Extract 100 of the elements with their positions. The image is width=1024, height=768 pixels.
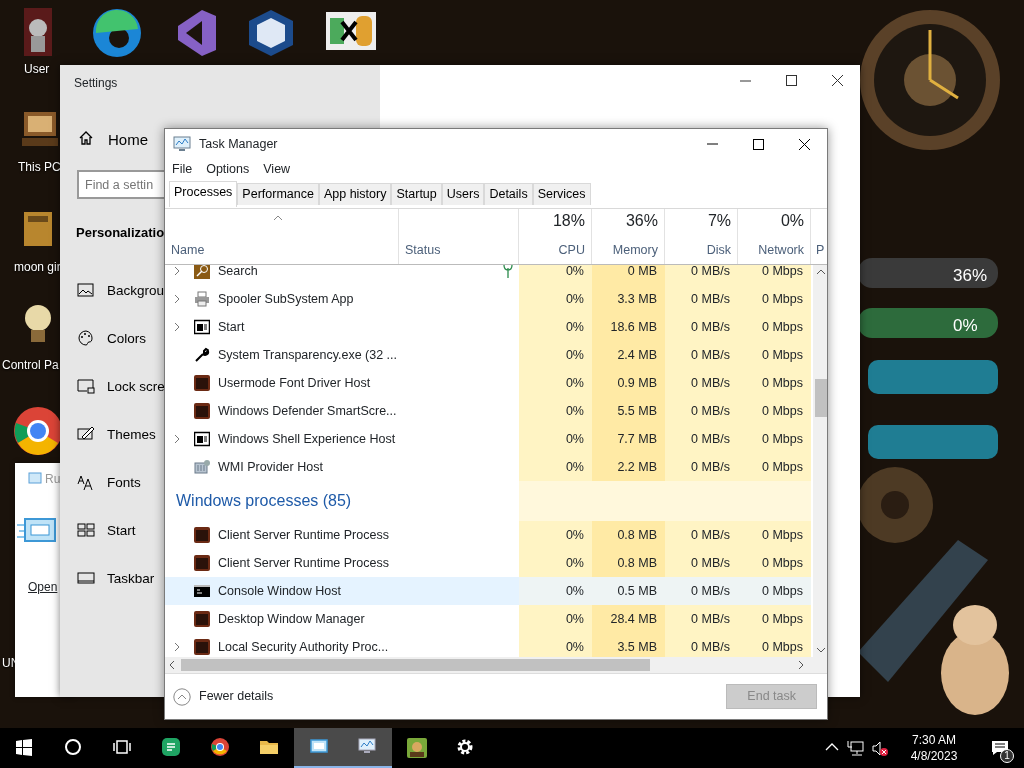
column-header[interactable]: Status bbox=[405, 241, 512, 260]
usage-value: 0 Mbps bbox=[738, 285, 811, 313]
dialog-title: Ru bbox=[45, 471, 61, 488]
usage-value: 0 MB/s bbox=[665, 453, 738, 481]
usage-value: 0% bbox=[519, 313, 592, 341]
process-name: Windows Defender SmartScre... bbox=[218, 402, 397, 420]
column-header[interactable]: Memory bbox=[598, 241, 658, 260]
tab[interactable]: Users bbox=[441, 183, 485, 205]
desktop-icon-label[interactable]: Control Pa bbox=[2, 356, 59, 374]
clock-time[interactable]: 7:30 AM bbox=[912, 732, 956, 748]
usage-value: 3.3 MB bbox=[592, 285, 665, 313]
usage-value: 3.5 MB bbox=[592, 633, 665, 657]
tab[interactable]: Services bbox=[532, 183, 591, 205]
process-row[interactable]: Desktop Window Manager 0% 28.4 MB 0 MB/s 0 Mbps bbox=[165, 605, 813, 633]
settings-nav-item[interactable]: Start bbox=[107, 521, 136, 542]
usage-value: 0% bbox=[519, 265, 592, 285]
column-header[interactable]: Network bbox=[744, 241, 804, 260]
group-heading[interactable]: Windows processes (85) bbox=[176, 489, 352, 513]
process-name: Client Server Runtime Process bbox=[218, 526, 389, 544]
process-row[interactable]: Start 0% 18.6 MB 0 MB/s 0 Mbps bbox=[165, 313, 813, 341]
usage-value: 0 MB/s bbox=[665, 577, 738, 605]
section-heading: Personalizatio bbox=[76, 224, 165, 242]
tab[interactable]: Details bbox=[484, 183, 533, 205]
process-name: Windows Shell Experience Host bbox=[218, 430, 396, 448]
settings-nav-item[interactable]: Backgrou bbox=[107, 281, 165, 302]
process-row[interactable]: Windows Shell Experience Host 0% 7.7 MB 0 MB/s 0 Mbps bbox=[165, 425, 813, 453]
meter-reading: 36% bbox=[953, 265, 988, 287]
menu-item[interactable]: File bbox=[165, 159, 200, 179]
usage-value: 2.2 MB bbox=[592, 453, 665, 481]
tab[interactable]: App history bbox=[318, 183, 392, 205]
usage-value: 0% bbox=[519, 369, 592, 397]
usage-value: 0% bbox=[519, 397, 592, 425]
process-row[interactable]: Client Server Runtime Process 0% 0.8 MB 0 MB/s 0 Mbps bbox=[165, 521, 813, 549]
meter-reading: 0% bbox=[953, 315, 978, 337]
home-link[interactable]: Home bbox=[108, 129, 148, 152]
clock-date[interactable]: 4/8/2023 bbox=[910, 748, 958, 764]
usage-value: 0 Mbps bbox=[738, 453, 811, 481]
settings-nav-item[interactable]: Colors bbox=[107, 329, 146, 350]
usage-value: 0% bbox=[519, 453, 592, 481]
usage-value: 0 MB/s bbox=[665, 313, 738, 341]
usage-value: 0 MB/s bbox=[665, 341, 738, 369]
fewer-details-link[interactable]: Fewer details bbox=[199, 687, 274, 706]
usage-value: 0 MB/s bbox=[665, 285, 738, 313]
process-name: Console Window Host bbox=[218, 582, 341, 600]
search-field[interactable]: Find a settin bbox=[77, 170, 164, 199]
usage-value: 0 MB/s bbox=[665, 425, 738, 453]
column-header[interactable]: CPU bbox=[525, 241, 585, 260]
settings-nav-item[interactable]: Taskbar bbox=[107, 569, 155, 590]
usage-value: 0% bbox=[519, 605, 592, 633]
process-row[interactable]: Console Window Host 0% 0.5 MB 0 MB/s 0 Mbps bbox=[165, 577, 813, 605]
column-header[interactable]: Disk bbox=[671, 241, 731, 260]
notification-count: 1 bbox=[1000, 749, 1014, 763]
menu-item[interactable]: View bbox=[256, 159, 298, 179]
field-label: Open bbox=[28, 579, 58, 596]
process-row[interactable]: System Transparency.exe (32 ... 0% 2.4 MB 0 MB/s 0 Mbps bbox=[165, 341, 813, 369]
usage-value: 0 Mbps bbox=[738, 521, 811, 549]
usage-value: 0 Mbps bbox=[738, 265, 811, 285]
process-row[interactable]: WMI Provider Host 0% 2.2 MB 0 MB/s 0 Mbps bbox=[165, 453, 813, 481]
desktop-icon-label[interactable]: User bbox=[24, 60, 50, 78]
usage-value: 0% bbox=[519, 549, 592, 577]
tab[interactable]: Processes bbox=[169, 181, 238, 207]
desktop-icon-label[interactable]: moon gir bbox=[14, 258, 61, 276]
tab[interactable]: Performance bbox=[237, 183, 319, 205]
usage-value: 5.5 MB bbox=[592, 397, 665, 425]
usage-value: 0 MB/s bbox=[665, 549, 738, 577]
column-header[interactable]: P bbox=[816, 241, 829, 260]
usage-value: 0.5 MB bbox=[592, 577, 665, 605]
window-title: Task Manager bbox=[199, 135, 278, 153]
menu-item[interactable]: Options bbox=[199, 159, 257, 179]
process-name: Local Security Authority Proc... bbox=[218, 638, 389, 656]
usage-value: 0 Mbps bbox=[738, 341, 811, 369]
column-header[interactable]: Name bbox=[171, 241, 392, 260]
process-row[interactable]: Windows Defender SmartScre... 0% 5.5 MB 0 MB/s 0 Mbps bbox=[165, 397, 813, 425]
settings-nav-item[interactable]: Fonts bbox=[107, 473, 141, 494]
usage-value: 0 MB bbox=[592, 265, 665, 285]
usage-value: 0 MB/s bbox=[665, 397, 738, 425]
usage-value: 0% bbox=[519, 521, 592, 549]
tab[interactable]: Startup bbox=[391, 183, 442, 205]
process-row[interactable]: Search 0% 0 MB 0 MB/s 0 Mbps bbox=[165, 265, 813, 285]
usage-value: 7.7 MB bbox=[592, 425, 665, 453]
settings-nav-item[interactable]: Themes bbox=[107, 425, 156, 446]
usage-value: 18.6 MB bbox=[592, 313, 665, 341]
usage-value: 0 MB/s bbox=[665, 369, 738, 397]
settings-nav-item[interactable]: Lock scre bbox=[107, 377, 165, 398]
process-name: Start bbox=[218, 318, 245, 336]
window-title: Settings bbox=[74, 75, 118, 92]
column-usage: 0% bbox=[779, 211, 804, 232]
usage-value: 0 Mbps bbox=[738, 313, 811, 341]
process-row[interactable]: Client Server Runtime Process 0% 0.8 MB 0 MB/s 0 Mbps bbox=[165, 549, 813, 577]
usage-value: 0% bbox=[519, 577, 592, 605]
usage-value: 0 Mbps bbox=[738, 397, 811, 425]
usage-value: 0 Mbps bbox=[738, 425, 811, 453]
process-name: WMI Provider Host bbox=[218, 458, 323, 476]
desktop-icon-label[interactable]: This PC bbox=[18, 158, 61, 176]
column-usage: 18% bbox=[551, 211, 585, 232]
process-row[interactable]: Spooler SubSystem App 0% 3.3 MB 0 MB/s 0 Mbps bbox=[165, 285, 813, 313]
process-name: Search bbox=[218, 265, 258, 280]
usage-value: 28.4 MB bbox=[592, 605, 665, 633]
process-row[interactable]: Usermode Font Driver Host 0% 0.9 MB 0 MB/s 0 Mbps bbox=[165, 369, 813, 397]
usage-value: 2.4 MB bbox=[592, 341, 665, 369]
